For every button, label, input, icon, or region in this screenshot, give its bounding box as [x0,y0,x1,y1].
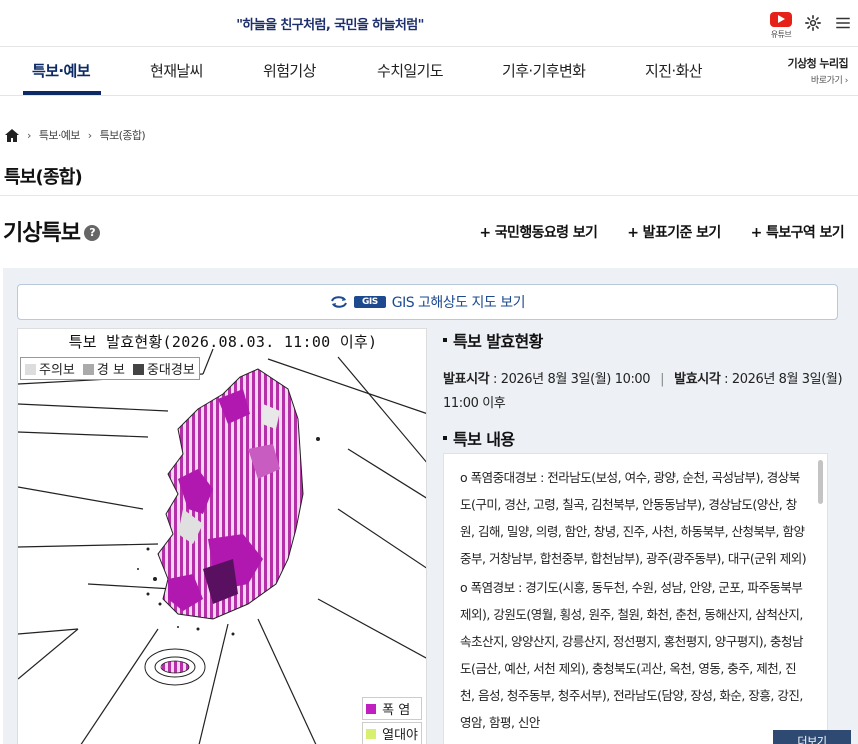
breadcrumb-separator-icon: › [27,128,31,142]
divider [0,195,858,196]
effective-label: 발효시각 [674,372,721,387]
warning-swatch-icon [82,364,94,375]
nav-active-indicator [23,91,101,95]
section-links: + 국민행동요령 보기 + 발표기준 보기 + 특보구역 보기 [479,222,844,242]
breadcrumb: › 특보·예보 › 특보(종합) [5,127,146,143]
gis-map-button[interactable]: GIS GIS 고해상도 지도 보기 [17,284,838,320]
breadcrumb-item-forecast[interactable]: 특보·예보 [39,127,81,143]
time-info: 발표시각 : 2026년 8월 3일(월) 10:00 | 발효시각 : 2026년… [443,368,843,416]
map-title: 특보 발효현황(2026.08.03. 11:00 이후) [68,333,378,351]
hazard-legend: 폭 염 열대야 [362,695,422,744]
kma-homepage-link[interactable]: 기상청 누리집 바로가기 › [787,55,849,86]
breadcrumb-separator-icon: › [87,128,92,142]
announce-label: 발표시각 [443,372,490,387]
status-heading: 특보 발효현황 [443,328,843,352]
warning-zone-link[interactable]: + 특보구역 보기 [751,222,845,242]
youtube-link[interactable]: 유튜브 [770,12,792,40]
nav-item-climate[interactable]: 기후·기후변화 [502,47,586,96]
warning-info: 특보 발효현황 발표시각 : 2026년 8월 3일(월) 10:00 | 발효시각… [443,328,851,744]
nav-item-current-weather[interactable]: 현재날씨 [150,47,203,96]
legend-severe: 중대경보 [132,359,195,378]
gear-icon[interactable] [804,14,822,32]
youtube-icon [770,12,792,27]
nav-item-hazard[interactable]: 위험기상 [263,47,316,96]
refresh-icon [331,296,347,308]
main-nav: 특보·예보 현재날씨 위험기상 수치일기도 기후·기후변화 지진·화산 기상청 … [0,46,858,96]
warning-map: 특보 발효현황(2026.08.03. 11:00 이후) 주의보 경 보 중대… [17,328,427,744]
heatwave-swatch-icon [366,703,377,714]
time-separator: | [660,372,665,387]
section-title-text: 기상특보 [3,221,81,246]
announce-value: : 2026년 8월 3일(월) 10:00 [489,372,651,387]
advisory-swatch-icon [25,364,36,375]
help-icon[interactable]: ? [83,225,100,241]
section-title: 기상특보 ? [3,215,100,247]
map-graphic [18,348,426,744]
criteria-link[interactable]: + 발표기준 보기 [627,222,721,242]
nav-item-earthquake[interactable]: 지진·화산 [645,47,703,96]
map-level-legend: 주의보 경 보 중대경보 [20,357,200,380]
hazard-heatwave: 폭 염 [362,697,422,720]
kma-homepage-title: 기상청 누리집 [787,57,849,70]
kma-homepage-shortcut: 바로가기 › [810,76,849,86]
youtube-label: 유튜브 [770,30,792,39]
slogan: "하늘을 친구처럼, 국민을 하늘처럼" [236,18,424,33]
home-icon[interactable] [5,128,19,142]
top-icons: 유튜브 [770,12,852,40]
page-title: 특보(종합) [4,167,83,188]
nav-item-weather-chart[interactable]: 수치일기도 [377,47,444,96]
legend-warning: 경 보 [82,359,125,378]
action-guide-link[interactable]: + 국민행동요령 보기 [479,222,598,242]
legend-advisory: 주의보 [25,359,75,378]
warning-paragraph-severe: o 폭염중대경보 : 전라남도(보성, 여수, 광양, 순천, 곡성남부), 경… [460,470,807,566]
warning-panel: GIS GIS 고해상도 지도 보기 특보 발효현황(2026.08.03. 1… [3,268,858,744]
content-heading: 특보 내용 [443,426,515,450]
warning-content[interactable]: o 폭염중대경보 : 전라남도(보성, 여수, 광양, 순천, 곡성남부), 경… [443,453,828,744]
content-scrollbar[interactable] [818,460,823,504]
nav-item-forecast[interactable]: 특보·예보 [32,47,91,96]
gis-badge: GIS [354,296,386,308]
breadcrumb-item-warning[interactable]: 특보(종합) [100,127,146,143]
more-button[interactable]: 더보기 [773,730,851,744]
severe-swatch-icon [132,364,144,375]
hazard-tropical-night: 열대야 [362,722,422,744]
gis-label: GIS 고해상도 지도 보기 [391,295,526,311]
warning-paragraph-heat: o 폭염경보 : 경기도(시흥, 동두천, 수원, 성남, 안양, 군포, 파주… [460,580,804,730]
tropical-night-swatch-icon [366,728,377,739]
menu-icon[interactable] [834,14,852,32]
